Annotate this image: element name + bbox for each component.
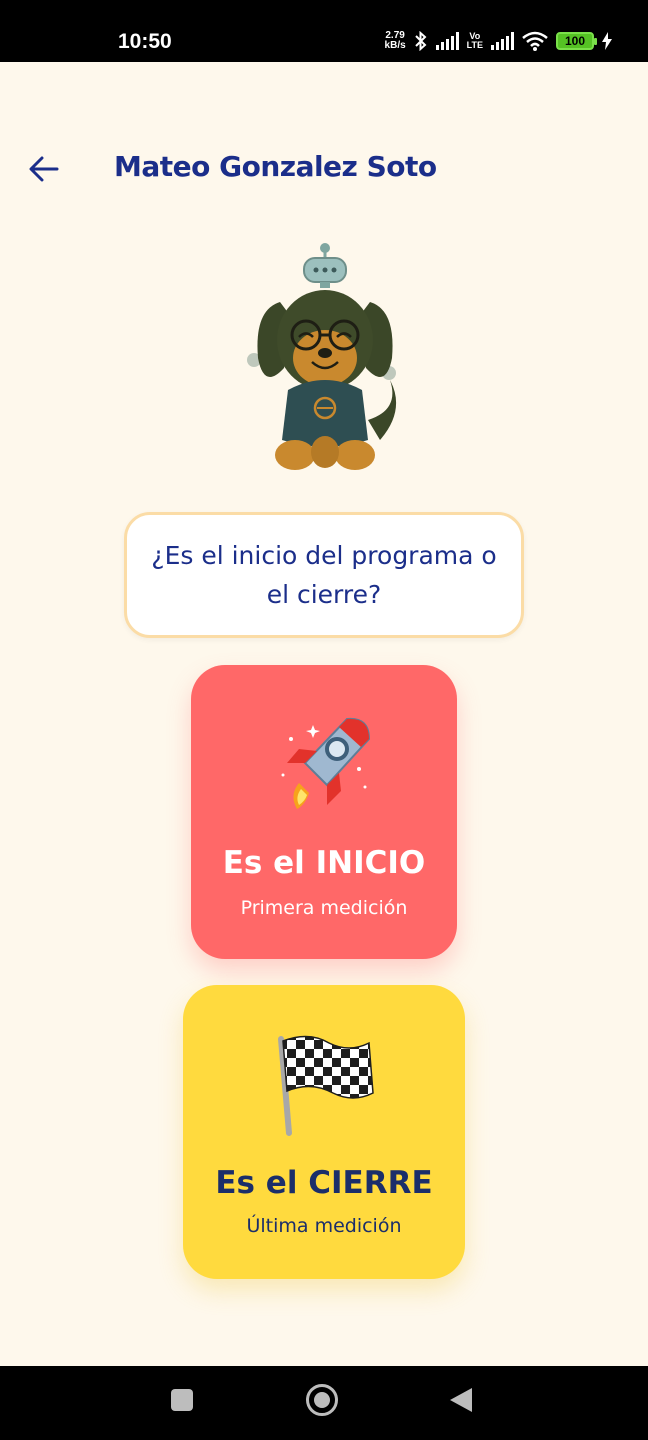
signal-strength-icon-2 <box>491 32 514 50</box>
volte-label: Vo LTE <box>466 31 483 50</box>
charging-icon <box>602 32 612 50</box>
back-button[interactable] <box>22 150 66 188</box>
arrow-left-icon <box>29 156 59 182</box>
signal-strength-icon <box>435 32 459 50</box>
wifi-icon <box>522 31 548 51</box>
dog-mascot-illustration <box>247 243 397 470</box>
battery-indicator: 100 <box>556 32 597 50</box>
home-button[interactable] <box>306 1384 338 1416</box>
question-text: ¿Es el inicio del programa o el cierre? <box>151 541 497 609</box>
end-option-subtitle: Última medición <box>246 1215 402 1237</box>
rocket-icon <box>281 717 371 809</box>
status-icons: 2.79 kB/s Vo LTE 100 <box>385 31 612 51</box>
start-option-button[interactable]: Es el INICIO Primera medición <box>191 665 457 959</box>
checkered-flag-icon <box>278 1035 374 1136</box>
status-bar: 10:50 2.79 kB/s Vo LTE 100 <box>0 0 648 62</box>
bluetooth-icon <box>414 31 427 51</box>
recents-button[interactable] <box>171 1389 193 1411</box>
question-bubble: ¿Es el inicio del programa o el cierre? <box>124 512 524 638</box>
system-back-button[interactable] <box>450 1388 472 1412</box>
start-option-subtitle: Primera medición <box>240 897 408 919</box>
system-nav-bar <box>0 1366 648 1440</box>
start-option-title: Es el INICIO <box>222 845 426 881</box>
end-option-button[interactable]: Es el CIERRE Última medición <box>183 985 465 1279</box>
status-time: 10:50 <box>118 30 172 53</box>
net-speed: 2.79 kB/s <box>384 30 406 51</box>
end-option-title: Es el CIERRE <box>215 1165 433 1201</box>
page-title: Mateo Gonzalez Soto <box>114 150 437 183</box>
